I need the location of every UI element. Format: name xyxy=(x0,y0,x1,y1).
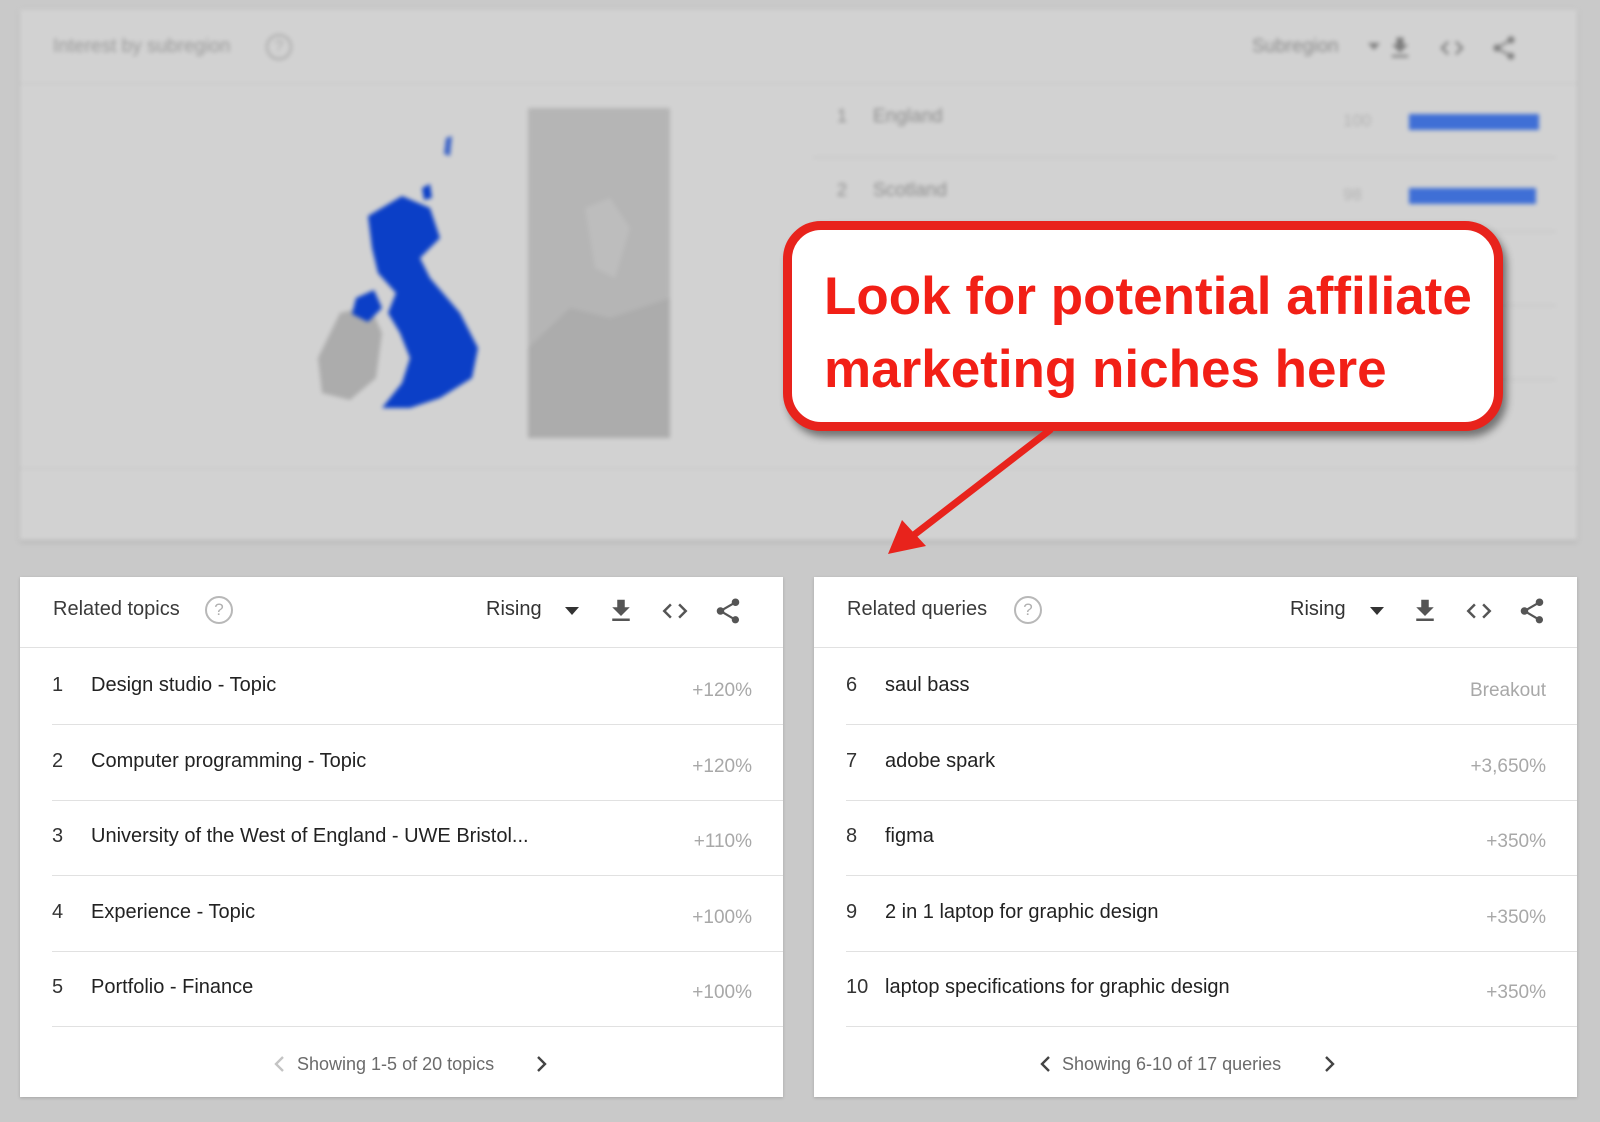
subregion-value: 100 xyxy=(1343,111,1372,130)
row-label[interactable]: figma xyxy=(885,825,934,848)
related-topics-rising-select[interactable]: Rising xyxy=(486,598,542,621)
caret-down-icon[interactable] xyxy=(1370,607,1384,615)
queries-pagination-text: Showing 6-10 of 17 queries xyxy=(1062,1054,1282,1074)
subregion-card-header: Interest by subregion ? Subregion xyxy=(20,10,1577,84)
row-label[interactable]: Design studio - Topic xyxy=(91,674,276,697)
annotation-callout: Look for potential affiliate marketing n… xyxy=(783,221,1503,431)
topic-row[interactable]: 1 Design studio - Topic +120% xyxy=(52,649,783,725)
row-label[interactable]: saul bass xyxy=(885,674,970,697)
subregion-name[interactable]: Scotland xyxy=(873,180,947,202)
row-rank: 4 xyxy=(52,901,64,923)
row-label[interactable]: adobe spark xyxy=(885,750,995,773)
subregion-row[interactable]: 1 England 100 xyxy=(813,84,1556,158)
help-circle-icon[interactable]: ? xyxy=(205,596,233,624)
row-label[interactable]: laptop specifications for graphic design xyxy=(885,976,1230,999)
row-rank: 7 xyxy=(846,750,858,772)
help-circle-icon[interactable]: ? xyxy=(266,34,292,60)
caret-down-icon[interactable] xyxy=(565,607,579,615)
topic-row[interactable]: 5 Portfolio - Finance +100% xyxy=(52,951,783,1027)
related-queries-card: Related queries ? Rising 6 saul bass Bre… xyxy=(814,577,1577,1097)
related-topics-card: Related topics ? Rising 1 Design studio … xyxy=(20,577,783,1097)
code-embed-icon[interactable] xyxy=(660,596,690,626)
subregion-rank: 2 xyxy=(837,180,848,200)
query-row[interactable]: 7 adobe spark +3,650% xyxy=(846,725,1577,801)
download-icon[interactable] xyxy=(1410,596,1440,626)
subregion-name[interactable]: England xyxy=(873,106,943,128)
row-value: +100% xyxy=(692,982,752,1003)
chevron-right-icon[interactable] xyxy=(531,1053,551,1075)
topic-row[interactable]: 2 Computer programming - Topic +120% xyxy=(52,725,783,801)
annotation-callout-text: Look for potential affiliate marketing n… xyxy=(824,267,1472,399)
related-topics-header: Related topics ? Rising xyxy=(20,577,783,648)
row-rank: 8 xyxy=(846,825,858,847)
row-value: +120% xyxy=(692,756,752,777)
related-queries-header: Related queries ? Rising xyxy=(814,577,1577,648)
subregion-bar xyxy=(1409,114,1539,130)
share-icon[interactable] xyxy=(1517,596,1547,626)
help-circle-icon[interactable]: ? xyxy=(1014,596,1042,624)
row-value: +350% xyxy=(1486,831,1546,852)
row-value: +100% xyxy=(692,907,752,928)
row-rank: 5 xyxy=(52,976,64,998)
download-icon[interactable] xyxy=(606,596,636,626)
row-label[interactable]: Portfolio - Finance xyxy=(91,976,253,999)
row-rank: 6 xyxy=(846,674,858,696)
row-label[interactable]: University of the West of England - UWE … xyxy=(91,825,529,848)
row-rank: 3 xyxy=(52,825,64,847)
caret-down-icon[interactable] xyxy=(1368,43,1380,50)
code-embed-icon[interactable] xyxy=(1464,596,1494,626)
subregion-select[interactable]: Subregion xyxy=(1252,36,1339,58)
subregion-card-footer xyxy=(20,468,1577,469)
subregion-value: 98 xyxy=(1343,185,1362,204)
download-icon[interactable] xyxy=(1386,34,1414,62)
share-icon[interactable] xyxy=(1490,34,1518,62)
row-value: +110% xyxy=(693,831,752,852)
topic-row[interactable]: 4 Experience - Topic +100% xyxy=(52,876,783,952)
row-value: +350% xyxy=(1486,982,1546,1003)
chevron-right-icon[interactable] xyxy=(1319,1053,1339,1075)
row-rank: 1 xyxy=(52,674,64,696)
subregion-bar xyxy=(1409,188,1536,204)
share-icon[interactable] xyxy=(713,596,743,626)
related-topics-title: Related topics xyxy=(53,598,180,620)
annotation-arrow xyxy=(888,426,1054,554)
subregion-card-title: Interest by subregion xyxy=(53,36,231,57)
row-label[interactable]: Computer programming - Topic xyxy=(91,750,366,773)
query-row[interactable]: 10 laptop specifications for graphic des… xyxy=(846,951,1577,1027)
related-queries-rising-select[interactable]: Rising xyxy=(1290,598,1346,621)
topics-pagination-text: Showing 1-5 of 20 topics xyxy=(297,1054,495,1074)
code-embed-icon[interactable] xyxy=(1438,34,1466,62)
query-row[interactable]: 8 figma +350% xyxy=(846,800,1577,876)
row-label[interactable]: 2 in 1 laptop for graphic design xyxy=(885,901,1159,924)
query-row[interactable]: 9 2 in 1 laptop for graphic design +350% xyxy=(846,876,1577,952)
query-row[interactable]: 6 saul bass Breakout xyxy=(846,649,1577,725)
row-label[interactable]: Experience - Topic xyxy=(91,901,255,924)
row-rank: 2 xyxy=(52,750,64,772)
topic-row[interactable]: 3 University of the West of England - UW… xyxy=(52,800,783,876)
row-rank: 10 xyxy=(846,976,869,998)
chevron-left-icon[interactable] xyxy=(1036,1053,1056,1075)
chevron-left-icon[interactable] xyxy=(270,1053,290,1075)
row-rank: 9 xyxy=(846,901,858,923)
related-queries-title: Related queries xyxy=(847,598,988,620)
row-value: +350% xyxy=(1486,907,1546,928)
row-value: Breakout xyxy=(1469,680,1546,701)
subregion-map[interactable] xyxy=(310,108,700,450)
row-value: +120% xyxy=(692,680,752,701)
subregion-rank: 1 xyxy=(837,106,848,126)
row-value: +3,650% xyxy=(1470,756,1546,777)
